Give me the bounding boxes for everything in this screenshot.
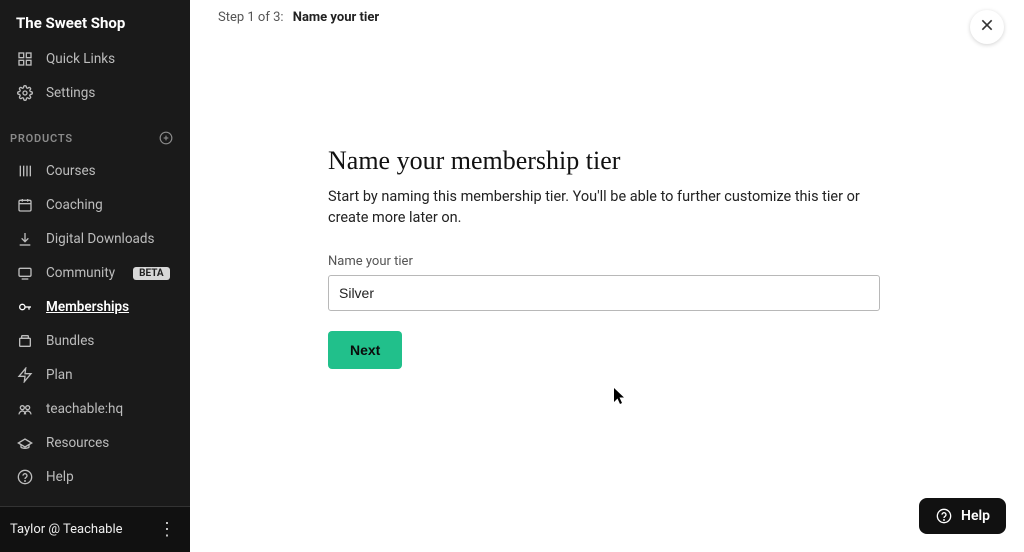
main-panel: Step 1 of 3: Name your tier Name your me… — [190, 0, 1024, 552]
step-title: Name your tier — [293, 10, 379, 25]
nav-bundles[interactable]: Bundles — [0, 324, 190, 358]
bundles-icon — [16, 332, 34, 350]
close-icon — [979, 17, 995, 38]
sidebar: The Sweet Shop Quick Links Settings PROD… — [0, 0, 190, 552]
key-icon — [16, 298, 34, 316]
nav-label: Settings — [46, 85, 95, 101]
nav-label: Bundles — [46, 333, 94, 349]
step-progress: Step 1 of 3: — [218, 10, 284, 25]
wizard-description: Start by naming this membership tier. Yo… — [328, 186, 888, 228]
nav-teachable-hq[interactable]: teachable:hq — [0, 392, 190, 426]
nav-coaching[interactable]: Coaching — [0, 188, 190, 222]
add-product-button[interactable] — [158, 130, 174, 146]
nav-label: Digital Downloads — [46, 231, 154, 247]
products-header-label: PRODUCTS — [10, 132, 73, 145]
nav-label: teachable:hq — [46, 401, 123, 417]
download-icon — [16, 230, 34, 248]
help-widget[interactable]: Help — [919, 498, 1006, 534]
wizard-content: Name your membership tier Start by namin… — [328, 146, 888, 369]
plan-icon — [16, 366, 34, 384]
next-button[interactable]: Next — [328, 331, 402, 369]
footer-user: Taylor @ Teachable — [10, 522, 123, 537]
nav-quick-links[interactable]: Quick Links — [0, 42, 190, 76]
grid-icon — [16, 50, 34, 68]
nav-resources[interactable]: Resources — [0, 426, 190, 460]
nav-label: Plan — [46, 367, 73, 383]
tier-name-input[interactable] — [328, 275, 880, 311]
gear-icon — [16, 84, 34, 102]
nav-label: Memberships — [46, 299, 129, 315]
nav-settings[interactable]: Settings — [0, 76, 190, 110]
nav-help[interactable]: Help — [0, 460, 190, 494]
beta-badge: BETA — [133, 267, 170, 280]
nav-label: Quick Links — [46, 51, 115, 67]
nav-memberships[interactable]: Memberships — [0, 290, 190, 324]
wizard-heading: Name your membership tier — [328, 146, 888, 176]
nav-community[interactable]: Community BETA — [0, 256, 190, 290]
nav-label: Courses — [46, 163, 96, 179]
products-section-header: PRODUCTS — [0, 110, 190, 154]
calendar-icon — [16, 196, 34, 214]
nav-label: Resources — [46, 435, 109, 451]
community-icon — [16, 264, 34, 282]
nav-plan[interactable]: Plan — [0, 358, 190, 392]
brand-title: The Sweet Shop — [0, 0, 190, 42]
nav-label: Help — [46, 469, 74, 485]
sidebar-scroll[interactable]: Quick Links Settings PRODUCTS Courses Co… — [0, 42, 190, 506]
help-question-icon — [935, 507, 953, 525]
nav-courses[interactable]: Courses — [0, 154, 190, 188]
resources-icon — [16, 434, 34, 452]
nav-label: Coaching — [46, 197, 103, 213]
nav-digital-downloads[interactable]: Digital Downloads — [0, 222, 190, 256]
close-button[interactable] — [970, 10, 1004, 44]
footer-menu-button[interactable]: ⋮ — [152, 519, 182, 540]
tier-name-label: Name your tier — [328, 254, 888, 269]
nav-label: Community — [46, 265, 115, 281]
step-bar: Step 1 of 3: Name your tier — [190, 0, 1024, 36]
help-icon — [16, 468, 34, 486]
help-widget-label: Help — [961, 508, 990, 524]
cursor-icon — [614, 388, 626, 408]
hq-icon — [16, 400, 34, 418]
sidebar-footer: Taylor @ Teachable ⋮ — [0, 506, 190, 552]
courses-icon — [16, 162, 34, 180]
